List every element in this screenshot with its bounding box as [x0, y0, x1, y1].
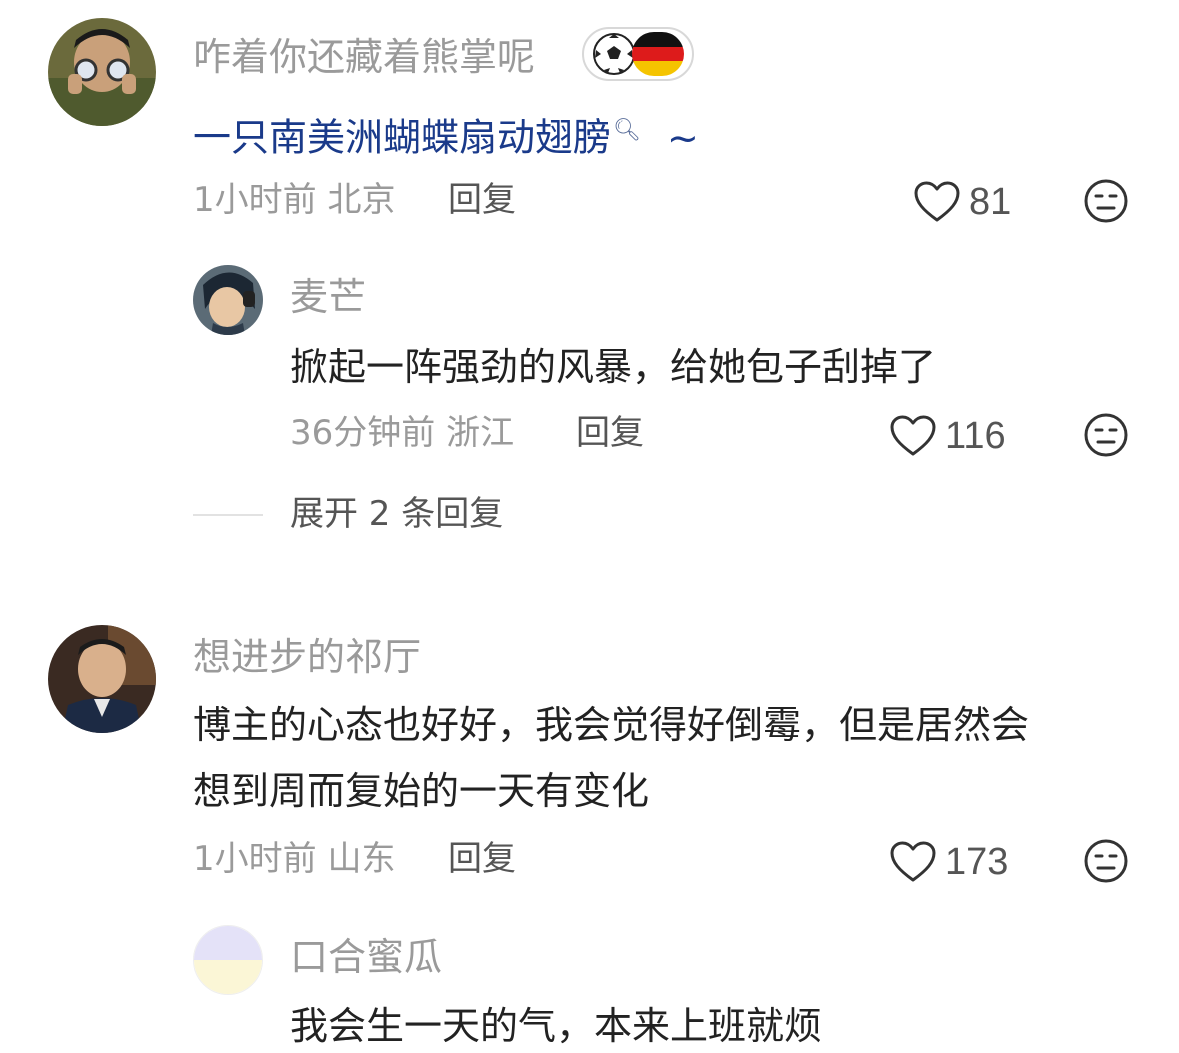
comment-content-line: 想到周而复始的一天有变化: [193, 769, 650, 813]
like-count: 173: [945, 840, 1009, 883]
reply-time-location: 36分钟前 浙江: [290, 413, 515, 453]
comment-username[interactable]: 想进步的祁厅: [193, 638, 421, 676]
avatar[interactable]: [193, 925, 263, 995]
like-count: 116: [945, 414, 1006, 457]
heart-icon: [890, 841, 936, 882]
like-button[interactable]: 116: [889, 411, 1006, 461]
comment-time-location: 1小时前 山东: [193, 839, 396, 879]
germany-flag-icon: [632, 32, 684, 76]
search-icon[interactable]: 🔍︎: [613, 118, 641, 143]
emoji-reaction-button[interactable]: [1083, 838, 1129, 884]
reply-username[interactable]: 麦芒: [290, 278, 366, 316]
reply-content: 我会生一天的气，本来上班就烦: [290, 1004, 823, 1048]
heart-icon: [890, 415, 936, 456]
like-button[interactable]: 173: [889, 837, 1008, 887]
expand-divider: [193, 514, 263, 516]
comment-text-suffix: ~: [667, 115, 699, 160]
emoji-reaction-button[interactable]: [1083, 178, 1129, 224]
reply-button[interactable]: 回复: [576, 416, 644, 450]
reply-button[interactable]: 回复: [448, 183, 516, 217]
avatar[interactable]: [48, 625, 156, 733]
expand-replies-button[interactable]: 展开 2 条回复: [290, 497, 503, 531]
reply-username[interactable]: 口合蜜瓜: [290, 938, 442, 976]
comment-time-location: 1小时前 北京: [193, 180, 396, 220]
reply-button[interactable]: 回复: [448, 842, 516, 876]
watermark-fade: [860, 990, 1179, 1053]
emoji-face-icon: [1084, 839, 1128, 883]
comment-content-line: 博主的心态也好好，我会觉得好倒霉，但是居然会: [193, 703, 1030, 747]
like-button[interactable]: 81: [913, 177, 1011, 227]
emoji-face-icon: [1084, 179, 1128, 223]
like-count: 81: [969, 180, 1012, 223]
soccer-ball-icon: [593, 33, 635, 75]
user-badges: [582, 27, 694, 81]
reply-content: 掀起一阵强劲的风暴，给她包子刮掉了: [290, 345, 937, 389]
emoji-reaction-button[interactable]: [1083, 412, 1129, 458]
emoji-face-icon: [1084, 413, 1128, 457]
heart-icon: [914, 181, 960, 222]
avatar[interactable]: [193, 265, 263, 335]
comment-username[interactable]: 咋着你还藏着熊掌呢: [193, 38, 535, 76]
comment-content: 一只南美洲蝴蝶扇动翅膀🔍︎ ~: [193, 98, 699, 171]
comment-text: 一只南美洲蝴蝶扇动翅膀: [193, 115, 612, 160]
avatar[interactable]: [48, 18, 156, 126]
